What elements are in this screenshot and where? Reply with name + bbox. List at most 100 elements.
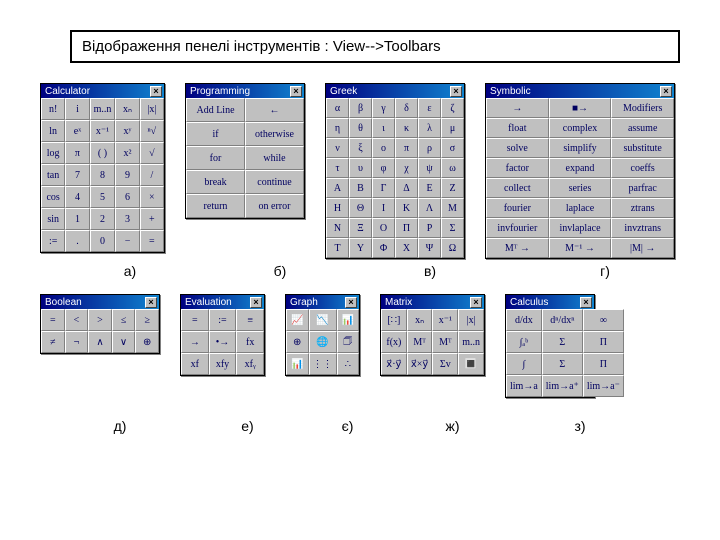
palette-button[interactable]: x⃗×y⃗ — [407, 353, 433, 375]
palette-button[interactable]: Δ — [395, 178, 418, 198]
greek-titlebar[interactable]: Greek × — [326, 84, 464, 98]
close-icon[interactable]: × — [150, 86, 162, 97]
palette-button[interactable]: 1 — [65, 208, 89, 230]
palette-button[interactable]: tan — [41, 164, 65, 186]
palette-button[interactable]: Π — [583, 353, 624, 375]
palette-button[interactable]: 8 — [90, 164, 116, 186]
palette-button[interactable]: τ — [326, 158, 349, 178]
palette-button[interactable]: lim→a — [506, 375, 542, 397]
palette-button[interactable]: ν — [326, 138, 349, 158]
palette-button[interactable]: Ζ — [441, 178, 464, 198]
palette-button[interactable]: π — [395, 138, 418, 158]
palette-button[interactable]: •→ — [209, 331, 237, 353]
palette-button[interactable]: Ε — [418, 178, 441, 198]
palette-button[interactable]: ψ — [418, 158, 441, 178]
palette-button[interactable]: 0 — [90, 230, 116, 252]
palette-button[interactable]: Υ — [349, 238, 372, 258]
palette-button[interactable]: eˣ — [65, 120, 89, 142]
palette-button[interactable]: substitute — [611, 138, 674, 158]
palette-button[interactable]: Τ — [326, 238, 349, 258]
palette-button[interactable]: μ — [441, 118, 464, 138]
palette-button[interactable]: → — [181, 331, 209, 353]
palette-button[interactable]: invfourier — [486, 218, 549, 238]
palette-button[interactable]: xʸ — [115, 120, 139, 142]
palette-button[interactable]: ≤ — [112, 309, 136, 331]
palette-button[interactable]: ⊕ — [135, 331, 159, 353]
close-icon[interactable]: × — [250, 297, 262, 308]
palette-button[interactable]: + — [140, 208, 164, 230]
palette-button[interactable]: ∞ — [583, 309, 624, 331]
palette-button[interactable]: ⋮⋮ — [309, 353, 337, 375]
palette-button[interactable]: m..n — [458, 331, 484, 353]
palette-button[interactable]: if — [186, 122, 245, 146]
palette-button[interactable]: Σ — [542, 353, 583, 375]
palette-button[interactable]: → — [486, 98, 549, 118]
palette-button[interactable]: ← — [245, 98, 304, 122]
palette-button[interactable]: Ξ — [349, 218, 372, 238]
palette-button[interactable]: α — [326, 98, 349, 118]
palette-button[interactable]: series — [549, 178, 612, 198]
palette-button[interactable]: while — [245, 146, 304, 170]
palette-button[interactable]: − — [115, 230, 139, 252]
palette-button[interactable]: return — [186, 194, 245, 218]
palette-button[interactable]: 6 — [115, 186, 139, 208]
palette-button[interactable]: > — [88, 309, 112, 331]
palette-button[interactable]: Σv — [432, 353, 458, 375]
palette-button[interactable]: simplify — [549, 138, 612, 158]
palette-button[interactable]: π — [65, 142, 89, 164]
palette-button[interactable]: Mᵀ — [432, 331, 458, 353]
palette-button[interactable]: Ν — [326, 218, 349, 238]
palette-button[interactable]: d/dx — [506, 309, 542, 331]
palette-button[interactable]: θ — [349, 118, 372, 138]
palette-button[interactable]: float — [486, 118, 549, 138]
palette-button[interactable]: Ρ — [418, 218, 441, 238]
palette-button[interactable]: 9 — [115, 164, 139, 186]
palette-button[interactable]: ζ — [441, 98, 464, 118]
palette-button[interactable]: invlaplace — [549, 218, 612, 238]
palette-button[interactable]: m..n — [90, 98, 116, 120]
palette-button[interactable]: / — [140, 164, 164, 186]
palette-button[interactable]: Μ — [441, 198, 464, 218]
palette-button[interactable]: = — [140, 230, 164, 252]
palette-button[interactable]: Mᵀ → — [486, 238, 549, 258]
palette-button[interactable]: Ψ — [418, 238, 441, 258]
palette-button[interactable]: 📈 — [286, 309, 309, 331]
palette-button[interactable]: ≥ — [135, 309, 159, 331]
close-icon[interactable]: × — [345, 297, 357, 308]
palette-button[interactable]: := — [41, 230, 65, 252]
palette-button[interactable]: Χ — [395, 238, 418, 258]
palette-button[interactable]: ln — [41, 120, 65, 142]
palette-button[interactable]: x² — [115, 142, 139, 164]
palette-button[interactable]: ε — [418, 98, 441, 118]
palette-button[interactable]: invztrans — [611, 218, 674, 238]
palette-button[interactable]: i — [65, 98, 89, 120]
palette-button[interactable]: expand — [549, 158, 612, 178]
palette-button[interactable]: 3 — [115, 208, 139, 230]
palette-button[interactable]: β — [349, 98, 372, 118]
palette-button[interactable]: xₙ — [115, 98, 139, 120]
palette-button[interactable]: |M| → — [611, 238, 674, 258]
palette-button[interactable]: xfy — [209, 353, 237, 375]
palette-button[interactable]: ι — [372, 118, 395, 138]
palette-button[interactable]: |x| — [140, 98, 164, 120]
calculus-titlebar[interactable]: Calculus × — [506, 295, 594, 309]
palette-button[interactable]: n! — [41, 98, 65, 120]
palette-button[interactable]: xₙ — [407, 309, 433, 331]
palette-button[interactable]: = — [41, 309, 65, 331]
graph-titlebar[interactable]: Graph × — [286, 295, 359, 309]
palette-button[interactable]: Κ — [395, 198, 418, 218]
palette-button[interactable]: := — [209, 309, 237, 331]
palette-button[interactable]: 4 — [65, 186, 89, 208]
close-icon[interactable]: × — [660, 86, 672, 97]
palette-button[interactable]: continue — [245, 170, 304, 194]
palette-button[interactable]: η — [326, 118, 349, 138]
palette-button[interactable]: lim→a⁺ — [542, 375, 583, 397]
palette-button[interactable]: complex — [549, 118, 612, 138]
palette-button[interactable]: χ — [395, 158, 418, 178]
palette-button[interactable]: ∧ — [88, 331, 112, 353]
palette-button[interactable]: otherwise — [245, 122, 304, 146]
palette-button[interactable]: [∷] — [381, 309, 407, 331]
palette-button[interactable]: ⊕ — [286, 331, 309, 353]
palette-button[interactable]: laplace — [549, 198, 612, 218]
palette-button[interactable]: x⁻¹ — [432, 309, 458, 331]
